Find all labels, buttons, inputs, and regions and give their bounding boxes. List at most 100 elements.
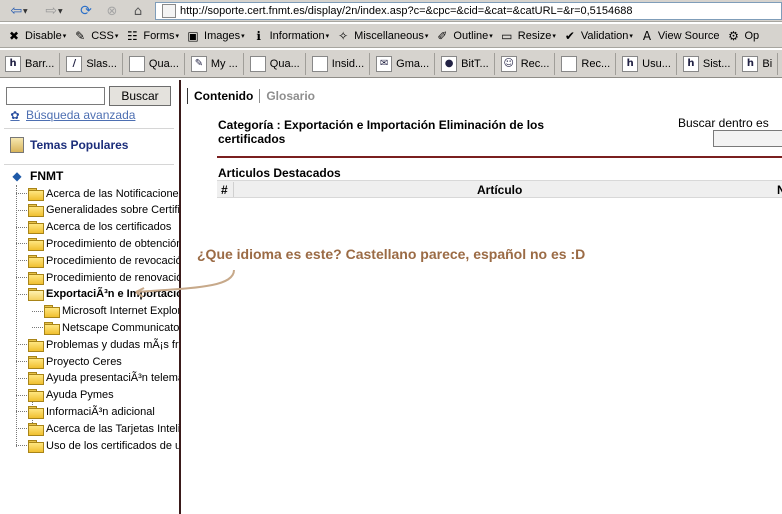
- tree-root[interactable]: ◆ FNMT: [10, 169, 63, 183]
- column-header-number: #: [221, 183, 228, 197]
- bookmark-h-icon: h: [742, 55, 759, 72]
- devbar-forms-button[interactable]: ☷ Forms ▾: [124, 26, 179, 46]
- search-within-input[interactable]: [713, 130, 782, 147]
- search-within-label: Buscar dentro es: [678, 116, 769, 130]
- tree-item[interactable]: Procedimiento de revocación: [16, 252, 181, 269]
- stop-button[interactable]: ⊗: [102, 2, 122, 20]
- back-arrow-icon: ⇦: [10, 3, 23, 19]
- search-button[interactable]: Buscar: [109, 86, 171, 106]
- tree-item[interactable]: Problemas y dudas mÃ¡s frecuentes: [16, 336, 179, 353]
- tree-item[interactable]: Netscape Communicator: [32, 319, 179, 336]
- devbar-information-button[interactable]: ℹ Information ▾: [251, 26, 329, 46]
- devbar-css-button[interactable]: ✎ CSS ▾: [72, 26, 118, 46]
- bookmark-item[interactable]: h Sist...: [680, 52, 737, 75]
- bookmark-avatar-icon: ☺: [500, 55, 517, 72]
- dropdown-caret-icon: ▾: [424, 32, 429, 40]
- back-button[interactable]: ⇦ ▼: [2, 2, 36, 20]
- tree-item[interactable]: Uso de los certificados de usuario: [16, 437, 179, 454]
- bookmark-label: Slas...: [86, 57, 117, 70]
- bookmark-item[interactable]: ✉ Gma...: [373, 52, 436, 75]
- bookmark-item[interactable]: Insid...: [309, 52, 371, 75]
- advanced-search-icon: ✿: [10, 108, 20, 122]
- tree-connector: [16, 243, 27, 245]
- images-icon: ▣: [187, 28, 199, 43]
- refresh-button[interactable]: ⟳: [76, 2, 96, 20]
- tree-item[interactable]: Ayuda Pymes: [16, 387, 114, 404]
- annotation-arrow-line: [135, 269, 235, 293]
- bookmark-label: Usu...: [642, 57, 671, 70]
- home-button[interactable]: ⌂: [128, 2, 148, 20]
- bookmark-item[interactable]: h Barr...: [2, 52, 61, 75]
- folder-icon: [28, 271, 44, 285]
- folder-icon: [28, 204, 44, 218]
- tree-connector: [16, 394, 27, 396]
- tree-connector: [16, 344, 27, 346]
- bookmark-item[interactable]: ☺ Rec...: [498, 52, 556, 75]
- bookmark-item[interactable]: ✎ My ...: [188, 52, 244, 75]
- tree-connector: [16, 209, 27, 211]
- search-input[interactable]: [6, 87, 105, 105]
- forward-arrow-icon: ⇨: [45, 3, 58, 19]
- section-divider: [217, 156, 782, 158]
- devbar-label: Forms: [143, 29, 175, 42]
- bookmark-label: Barr...: [25, 57, 55, 70]
- bookmark-bittorrent-icon: ●: [441, 55, 458, 72]
- bookmark-label: Rec...: [581, 57, 611, 70]
- tree-item-label: Ayuda Pymes: [46, 389, 114, 402]
- dropdown-caret-icon: ▾: [175, 32, 180, 40]
- tree-item-label: Microsoft Internet Explorer: [62, 305, 181, 318]
- tree-connector: [16, 260, 27, 262]
- tab-glossary[interactable]: Glosario: [259, 89, 315, 103]
- bookmark-h-icon: h: [622, 55, 639, 72]
- popular-topics-link[interactable]: Temas Populares: [10, 137, 128, 153]
- tab-content[interactable]: Contenido: [194, 89, 253, 103]
- bookmark-item[interactable]: Rec...: [558, 52, 617, 75]
- tree-item[interactable]: Proyecto Ceres: [16, 353, 122, 370]
- tree-item-label: Procedimiento de revocación: [46, 254, 181, 267]
- devbar-op-button[interactable]: ⚙ Op: [725, 26, 759, 46]
- tab-bar: Contenido Glosario: [187, 88, 315, 104]
- tree-item[interactable]: InformaciÃ³n adicional: [16, 403, 155, 420]
- devbar-resize-button[interactable]: ▭ Resize ▾: [499, 26, 556, 46]
- dropdown-caret-icon: ▾: [489, 32, 493, 40]
- devbar-disable-button[interactable]: ✖ Disable ▾: [6, 26, 66, 46]
- devbar-miscellaneous-button[interactable]: ✧ Miscellaneous ▾: [335, 26, 428, 46]
- advanced-search-label: Búsqueda avanzada: [26, 108, 136, 122]
- view-source-icon: A: [642, 28, 652, 43]
- tree-item[interactable]: Generalidades sobre Certificados: [16, 202, 179, 219]
- folder-icon: [28, 422, 44, 436]
- advanced-search-link[interactable]: ✿ Búsqueda avanzada: [8, 108, 135, 122]
- devbar-validation-button[interactable]: ✔ Validation ▾: [562, 26, 633, 46]
- tree-item[interactable]: Acerca de las Notificaciones: [16, 185, 179, 202]
- notebook-icon: [10, 137, 24, 153]
- bookmark-item[interactable]: Qua...: [247, 52, 306, 75]
- dropdown-caret-icon: ▾: [241, 32, 245, 40]
- popular-topics-label: Temas Populares: [30, 138, 129, 152]
- bookmark-item[interactable]: h Bi: [739, 52, 779, 75]
- dropdown-caret-icon: ▾: [629, 32, 633, 40]
- articles-table-header: # Artículo N: [217, 180, 782, 198]
- tree-item[interactable]: Acerca de los certificados: [16, 219, 171, 236]
- folder-icon: [28, 355, 44, 369]
- options-icon: ⚙: [728, 28, 739, 43]
- devbar-view-source-button[interactable]: A View Source: [639, 26, 720, 46]
- tree-item[interactable]: Ayuda presentaciÃ³n telemática: [16, 370, 179, 387]
- tab-separator: [187, 88, 188, 104]
- bookmark-item[interactable]: h Usu...: [619, 52, 677, 75]
- featured-articles-title: Articulos Destacados: [218, 166, 341, 180]
- devbar-label: Validation: [580, 29, 629, 42]
- devbar-images-button[interactable]: ▣ Images ▾: [185, 26, 245, 46]
- dropdown-caret-icon: ▾: [114, 32, 119, 40]
- bookmark-item[interactable]: ● BitT...: [438, 52, 495, 75]
- devbar-outline-button[interactable]: ✐ Outline ▾: [434, 26, 492, 46]
- tree-item[interactable]: Microsoft Internet Explorer: [32, 303, 181, 320]
- forward-button[interactable]: ⇨ ▼: [38, 2, 70, 20]
- column-header-article[interactable]: Artículo: [477, 183, 522, 197]
- tree-item[interactable]: Acerca de las Tarjetas Inteligentes: [16, 420, 179, 437]
- address-bar[interactable]: http://soporte.cert.fnmt.es/display/2n/i…: [155, 2, 782, 20]
- bookmark-item[interactable]: / Slas...: [63, 52, 123, 75]
- bookmark-item[interactable]: Qua...: [126, 52, 185, 75]
- refresh-icon: ⟳: [80, 3, 92, 19]
- tree-item[interactable]: Procedimiento de obtención: [16, 235, 179, 252]
- column-header-n: N: [777, 183, 782, 197]
